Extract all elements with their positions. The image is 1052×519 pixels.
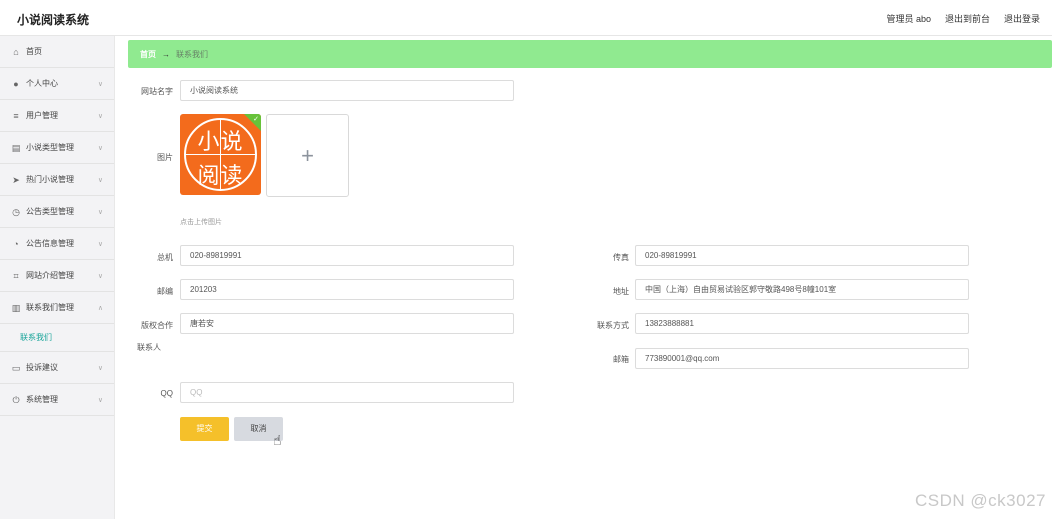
sidebar-item-site-intro[interactable]: ⌗ 网站介绍管理 ∨: [0, 260, 114, 292]
address-field[interactable]: 中国（上海）自由贸易试验区郭守敬路498号8幢101室: [635, 279, 969, 300]
sidebar-item-home[interactable]: ⌂ 首页: [0, 36, 114, 68]
phone-field[interactable]: 020-89819991: [180, 245, 514, 266]
upload-hint: 点击上传图片: [180, 219, 222, 226]
hand-cursor-icon: ☝: [273, 432, 282, 448]
top-bar: 小说阅读系统 管理员 abo 退出到前台 退出登录: [0, 0, 1052, 36]
chevron-down-icon: ∨: [97, 241, 103, 248]
sidebar-item-label: 系统管理: [26, 395, 58, 404]
sidebar-item-label: 用户管理: [26, 111, 58, 120]
chevron-down-icon: ∨: [97, 273, 103, 280]
sidebar-item-label: 首页: [26, 47, 42, 56]
submit-button[interactable]: 提交: [180, 417, 229, 441]
chevron-down-icon: ∨: [97, 397, 103, 404]
monitor-icon: ▭: [11, 362, 21, 373]
chevron-down-icon: ∨: [97, 177, 103, 184]
home-icon: ⌂: [13, 46, 19, 57]
breadcrumb-home[interactable]: 首页: [140, 49, 156, 60]
sidebar: ⌂ 首页 ● 个人中心 ∨ ≡ 用户管理 ∨ ▤ 小说类型管理 ∨ ➤ 热门小说…: [0, 36, 115, 519]
site-name-label: 网站名字: [141, 87, 173, 96]
top-right-links: 管理员 abo 退出到前台 退出登录: [886, 12, 1040, 25]
sidebar-item-label: 热门小说管理: [26, 175, 74, 184]
email-label: 邮箱: [613, 355, 629, 364]
chevron-down-icon: ∨: [97, 365, 103, 372]
sidebar-item-users[interactable]: ≡ 用户管理 ∨: [0, 100, 114, 132]
sidebar-item-label: 投诉建议: [26, 363, 58, 372]
sidebar-item-label: 公告类型管理: [26, 207, 74, 216]
sidebar-item-label: 公告信息管理: [26, 239, 74, 248]
crop-icon: ⌗: [13, 270, 19, 281]
chevron-down-icon: ∨: [97, 81, 103, 88]
contact-label: 联系方式: [597, 321, 629, 330]
copyright-label-line2: 联系人: [137, 343, 161, 352]
to-frontend-link[interactable]: 退出到前台: [945, 12, 990, 25]
sidebar-item-contact[interactable]: ▥ 联系我们管理 ∧: [0, 292, 114, 324]
copyright-contact-field[interactable]: 唐若安: [180, 313, 514, 334]
zip-label: 邮编: [157, 287, 173, 296]
send-icon: ➤: [12, 174, 20, 185]
app-title: 小说阅读系统: [17, 13, 90, 27]
sidebar-item-hot-novels[interactable]: ➤ 热门小说管理 ∨: [0, 164, 114, 196]
user-icon: ●: [13, 78, 19, 89]
admin-label: 管理员 abo: [886, 14, 931, 24]
address-label: 地址: [613, 287, 629, 296]
sidebar-item-label: 网站介绍管理: [26, 271, 74, 280]
chevron-down-icon: ∨: [97, 113, 103, 120]
qq-input[interactable]: QQ: [180, 382, 514, 403]
plus-icon: +: [301, 143, 314, 168]
chevron-down-icon: ∨: [97, 145, 103, 152]
sidebar-subitem-contact-us[interactable]: 联系我们: [0, 324, 114, 352]
email-field[interactable]: 773890001@qq.com: [635, 348, 969, 369]
logout-link[interactable]: 退出登录: [1004, 12, 1040, 25]
site-name-field[interactable]: 小说阅读系统: [180, 80, 514, 101]
sidebar-item-label: 小说类型管理: [26, 143, 74, 152]
trash-icon: ▥: [11, 302, 21, 313]
sidebar-item-notices[interactable]: ◔ 公告信息管理 ∨: [0, 228, 114, 260]
phone-label: 总机: [157, 253, 173, 262]
contact-field[interactable]: 13823888881: [635, 313, 969, 334]
sidebar-item-label: 联系我们管理: [26, 303, 74, 312]
logo-text-bottom: 阅读: [197, 163, 244, 188]
list-icon: ≡: [13, 110, 19, 121]
check-icon: ✓: [253, 116, 259, 123]
sidebar-item-profile[interactable]: ● 个人中心 ∨: [0, 68, 114, 100]
book-icon: ▤: [11, 142, 21, 153]
watermark-text: CSDN @ck3027: [915, 491, 1046, 510]
fax-field[interactable]: 020-89819991: [635, 245, 969, 266]
breadcrumb: 首页 → 联系我们: [128, 40, 1052, 68]
qq-label: QQ: [160, 389, 173, 398]
sidebar-item-label: 个人中心: [26, 79, 58, 88]
chevron-up-icon: ∧: [97, 305, 103, 312]
image-label: 图片: [157, 153, 173, 162]
copyright-label: 版权合作: [141, 321, 173, 330]
uploaded-logo-image[interactable]: 小说 阅读 ✓: [180, 114, 261, 195]
fax-label: 传真: [613, 253, 629, 262]
image-upload-button[interactable]: +: [266, 114, 349, 197]
breadcrumb-arrow-icon: →: [162, 49, 170, 59]
sidebar-item-complaints[interactable]: ▭ 投诉建议 ∨: [0, 352, 114, 384]
power-icon: ⏻: [12, 394, 20, 405]
zip-field[interactable]: 201203: [180, 279, 514, 300]
sidebar-item-notice-types[interactable]: ◷ 公告类型管理 ∨: [0, 196, 114, 228]
breadcrumb-current: 联系我们: [176, 49, 208, 59]
logo-text-top: 小说: [197, 129, 244, 154]
clock-icon: ◷: [12, 206, 20, 217]
sidebar-item-system[interactable]: ⏻ 系统管理 ∨: [0, 384, 114, 416]
sidebar-item-novel-types[interactable]: ▤ 小说类型管理 ∨: [0, 132, 114, 164]
chevron-down-icon: ∨: [97, 209, 103, 216]
gauge-icon: ◔: [13, 238, 19, 249]
main-content: 首页 → 联系我们 网站名字 小说阅读系统 图片 小说 阅读 ✓ + 点击上传图…: [115, 36, 1052, 519]
